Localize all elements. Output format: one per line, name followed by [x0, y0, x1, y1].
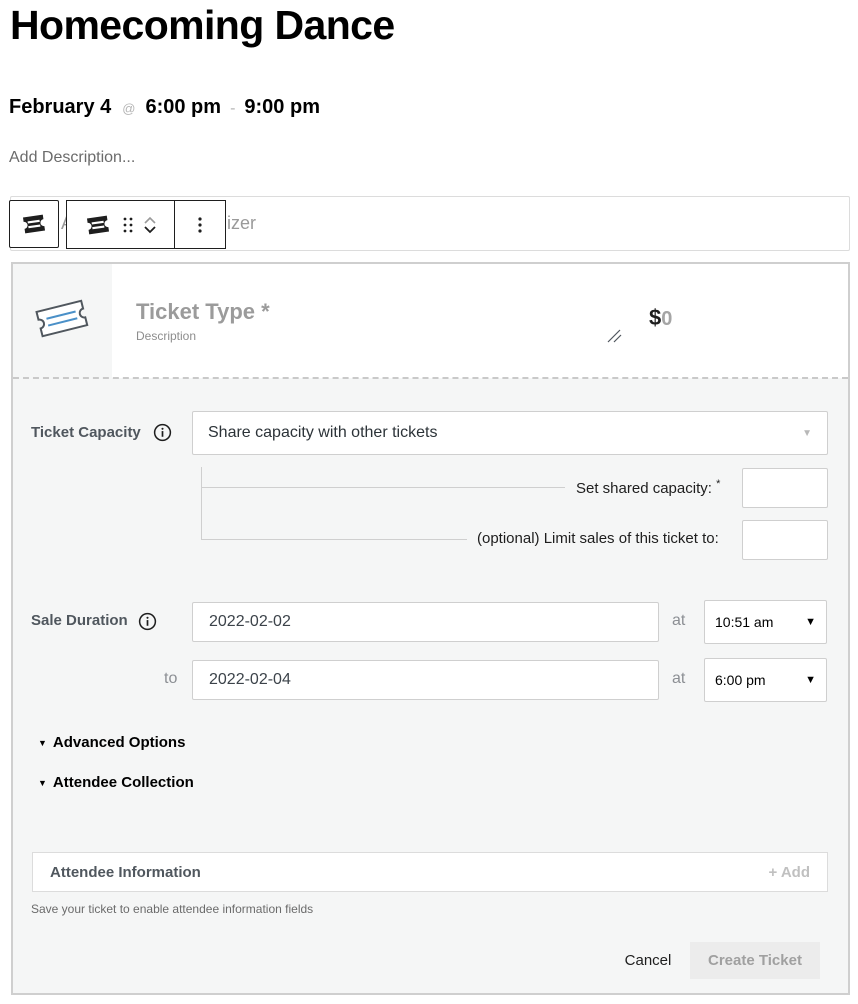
- ticket-icon[interactable]: [85, 214, 111, 236]
- ticket-type-input[interactable]: Ticket Type *: [136, 299, 270, 325]
- sale-end-date-input[interactable]: 2022-02-04: [192, 660, 659, 700]
- ticket-price[interactable]: $0: [649, 305, 672, 331]
- tree-connector: [201, 487, 565, 488]
- advanced-options-toggle[interactable]: ▼ Advanced Options: [38, 734, 185, 751]
- more-options-button[interactable]: [175, 201, 225, 248]
- attendee-info-note: Save your ticket to enable attendee info…: [31, 902, 314, 916]
- event-date[interactable]: February 4: [9, 96, 111, 119]
- drag-handle-icon[interactable]: [123, 217, 133, 233]
- sale-end-time-select[interactable]: 6:00 pm ▼: [704, 658, 827, 702]
- shared-capacity-input[interactable]: [742, 468, 828, 508]
- organizer-placeholder: izer: [227, 213, 257, 233]
- sale-start-time-select[interactable]: 10:51 am ▼: [704, 600, 827, 644]
- limit-sales-input[interactable]: [742, 520, 828, 560]
- attendee-collection-toggle[interactable]: ▼ Attendee Collection: [38, 774, 194, 791]
- move-up-down-icon[interactable]: [143, 215, 157, 235]
- ticket-illustration-icon: [35, 299, 89, 338]
- cancel-button[interactable]: Cancel: [610, 942, 686, 979]
- ticket-capacity-label: Ticket Capacity: [31, 424, 141, 441]
- at-label: at: [672, 670, 686, 687]
- chevron-down-icon[interactable]: [143, 225, 157, 235]
- attendee-information-title: Attendee Information: [50, 863, 201, 881]
- ticket-description-input[interactable]: Description: [136, 329, 196, 343]
- currency-symbol: $: [649, 305, 662, 330]
- block-toolbar: [66, 200, 226, 249]
- sale-duration-label: Sale Duration: [31, 612, 128, 629]
- chevron-up-icon[interactable]: [143, 215, 157, 225]
- header-divider: [13, 377, 848, 379]
- dropdown-caret-icon: ▼: [802, 427, 812, 439]
- event-datetime[interactable]: February 4 @ 6:00 pm - 9:00 pm: [9, 96, 320, 119]
- ticket-icon: [22, 214, 46, 234]
- resize-handle-icon[interactable]: [606, 327, 624, 345]
- required-marker: *: [716, 478, 721, 490]
- sale-start-date-input[interactable]: 2022-02-02: [192, 602, 659, 642]
- shared-capacity-label: Set shared capacity: *: [576, 478, 721, 497]
- info-icon[interactable]: [153, 423, 172, 442]
- info-icon[interactable]: [138, 612, 157, 631]
- event-end-time[interactable]: 9:00 pm: [244, 96, 320, 119]
- add-description-field[interactable]: Add Description...: [9, 149, 135, 167]
- create-ticket-button[interactable]: Create Ticket: [690, 942, 820, 979]
- disclosure-triangle-icon: ▼: [38, 777, 47, 788]
- at-label: at: [672, 612, 686, 629]
- attendee-information-panel: Attendee Information + Add: [32, 852, 828, 892]
- limit-sales-label: (optional) Limit sales of this ticket to…: [477, 530, 719, 547]
- tree-connector: [201, 467, 202, 540]
- event-title[interactable]: Homecoming Dance: [10, 2, 395, 49]
- dropdown-caret-icon: ▼: [805, 616, 816, 628]
- add-attendee-field-button[interactable]: + Add: [768, 864, 810, 881]
- to-label: to: [164, 670, 178, 687]
- block-type-button[interactable]: [9, 200, 59, 248]
- capacity-selected-value: Share capacity with other tickets: [208, 424, 438, 441]
- time-separator: -: [230, 100, 236, 117]
- event-start-time[interactable]: 6:00 pm: [145, 96, 221, 119]
- disclosure-triangle-icon: ▼: [38, 737, 47, 748]
- price-input[interactable]: 0: [661, 308, 672, 330]
- more-vertical-icon: [198, 216, 202, 233]
- at-separator: @: [122, 101, 136, 116]
- capacity-type-select[interactable]: Share capacity with other tickets ▼: [192, 411, 828, 455]
- tree-connector: [201, 539, 467, 540]
- dropdown-caret-icon: ▼: [805, 674, 816, 686]
